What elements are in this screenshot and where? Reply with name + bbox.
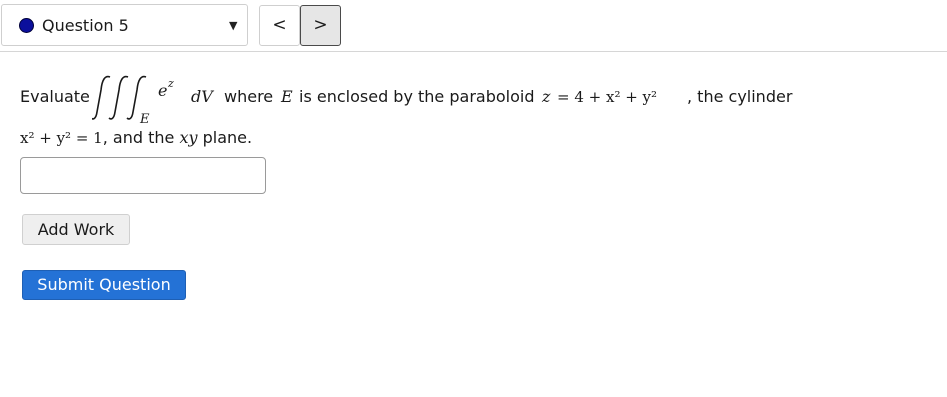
add-work-button[interactable]: Add Work xyxy=(22,214,130,245)
question-line-2: x² + y² = 1, and the xy plane. xyxy=(20,128,252,148)
triple-integral-sign-icon: E e z xyxy=(92,75,174,124)
previous-question-button[interactable]: < xyxy=(259,5,300,46)
text-enclosed-by-paraboloid: is enclosed by the paraboloid xyxy=(299,87,535,106)
evaluate-word: Evaluate xyxy=(20,87,90,106)
integrand-base: e xyxy=(158,81,167,100)
region-variable: E xyxy=(281,87,293,106)
text-plane: plane. xyxy=(202,128,253,147)
differential-dv: dV xyxy=(191,87,213,106)
paraboloid-lhs: z xyxy=(542,87,551,106)
paraboloid-rhs: = 4 + x² + y² xyxy=(557,88,658,106)
next-question-button[interactable]: > xyxy=(300,5,341,46)
text-and-the: , and the xyxy=(102,128,175,147)
text-the-cylinder: , the cylinder xyxy=(687,87,793,106)
question-navigation-bar: Question 5 ▼ < > xyxy=(0,0,947,52)
question-status-dot-icon xyxy=(19,18,34,33)
chevron-right-icon: > xyxy=(313,15,328,35)
submit-question-button[interactable]: Submit Question xyxy=(22,270,186,300)
cylinder-equation: x² + y² = 1 xyxy=(20,129,103,147)
plane-variable: xy xyxy=(179,128,198,147)
integral-region-subscript: E xyxy=(139,112,150,124)
question-select-dropdown[interactable]: Question 5 ▼ xyxy=(1,4,248,46)
integrand-exponent: z xyxy=(167,77,174,90)
question-select-label: Question 5 xyxy=(42,16,129,35)
chevron-left-icon: < xyxy=(272,15,287,35)
text-where: where xyxy=(224,87,274,106)
answer-input[interactable] xyxy=(20,157,266,194)
caret-down-icon: ▼ xyxy=(229,19,238,32)
